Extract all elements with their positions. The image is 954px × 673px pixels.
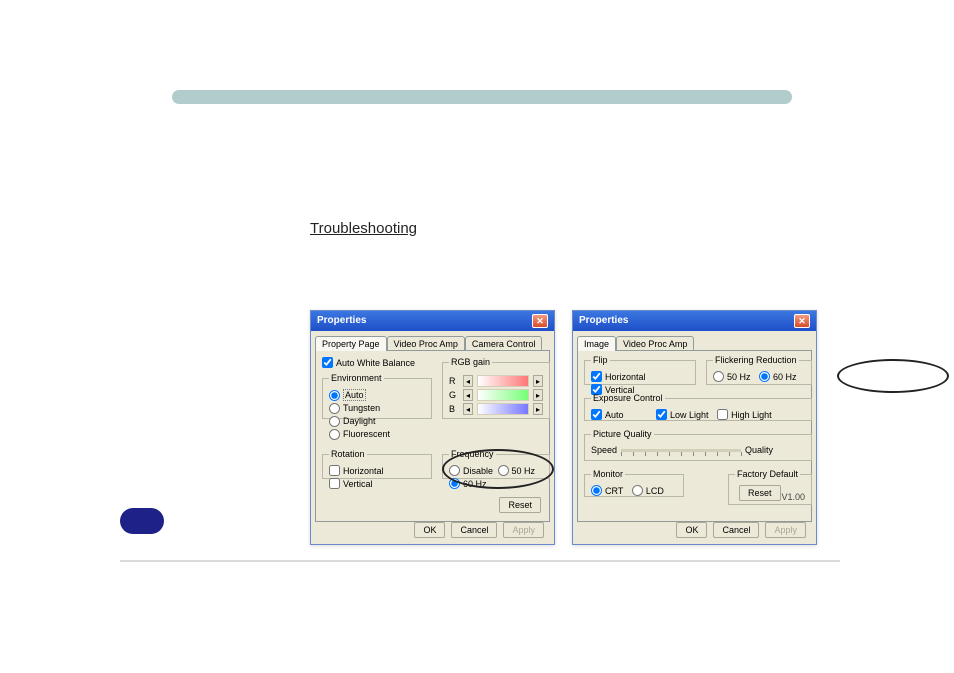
freq-50hz-radio[interactable]: 50 Hz [498,465,536,476]
pq-quality-label: Quality [745,445,773,455]
ok-button[interactable]: OK [414,522,445,538]
factory-default-group: Factory Default Reset V1.00 [728,469,812,505]
section-underline [310,250,314,267]
flip-legend: Flip [591,355,610,365]
tab-image[interactable]: Image [577,336,616,351]
page-divider [120,560,840,562]
awb-input[interactable] [322,357,333,368]
exposure-legend: Exposure Control [591,393,665,403]
titlebar-text: Properties [579,311,628,331]
close-icon[interactable]: ✕ [794,314,810,328]
monitor-lcd-radio[interactable]: LCD [632,485,664,496]
environment-group: Environment Auto Tungsten Daylight Fluor… [322,373,432,419]
reset-button[interactable]: Reset [499,497,541,513]
fd-legend: Factory Default [735,469,800,479]
flip-group: Flip Horizontal Vertical [584,355,696,385]
version-label: V1.00 [781,492,805,502]
g-slider[interactable] [477,389,529,401]
b-slider-row: B ◂ ▸ [449,403,543,415]
panel: Flip Horizontal Vertical Flickering Redu… [577,350,812,522]
g-inc-button[interactable]: ▸ [533,389,543,401]
exposure-high-checkbox[interactable]: High Light [717,409,772,420]
rgb-legend: RGB gain [449,357,492,367]
picture-quality-group: Picture Quality Speed Quality [584,429,812,461]
exposure-auto-checkbox[interactable]: Auto [591,409,624,420]
environment-legend: Environment [329,373,384,383]
tab-property-page[interactable]: Property Page [315,336,387,351]
g-slider-row: G ◂ ▸ [449,389,543,401]
env-daylight-radio[interactable]: Daylight [329,416,376,427]
exposure-control-group: Exposure Control Auto Low Light High Lig… [584,393,812,421]
freq-disable-radio[interactable]: Disable [449,465,493,476]
g-label: G [449,390,459,400]
b-dec-button[interactable]: ◂ [463,403,473,415]
panel: Auto White Balance Environment Auto Tung… [315,350,550,522]
flicker-50hz-radio[interactable]: 50 Hz [713,371,751,382]
flip-horizontal-checkbox[interactable]: Horizontal [591,371,646,382]
rotation-legend: Rotation [329,449,367,459]
page-header-bar [172,90,792,104]
properties-dialog-2: Properties ✕ Image Video Proc Amp Flip H… [572,310,817,545]
frequency-legend: Frequency [449,449,496,459]
factory-reset-button[interactable]: Reset [739,485,781,501]
r-slider[interactable] [477,375,529,387]
env-tungsten-radio[interactable]: Tungsten [329,403,380,414]
rotation-vertical-checkbox[interactable]: Vertical [329,478,373,489]
highlight-circle-flicker [837,359,949,393]
r-label: R [449,376,459,386]
tab-video-proc-amp[interactable]: Video Proc Amp [616,336,694,351]
exposure-low-checkbox[interactable]: Low Light [656,409,709,420]
section-heading-troubleshooting: Troubleshooting [310,220,417,237]
close-icon[interactable]: ✕ [532,314,548,328]
rotation-horizontal-checkbox[interactable]: Horizontal [329,465,384,476]
flicker-60hz-radio[interactable]: 60 Hz [759,371,797,382]
tab-camera-control[interactable]: Camera Control [465,336,543,351]
flicker-legend: Flickering Reduction [713,355,799,365]
env-fluorescent-radio[interactable]: Fluorescent [329,429,390,440]
r-dec-button[interactable]: ◂ [463,375,473,387]
titlebar[interactable]: Properties ✕ [573,311,816,331]
monitor-group: Monitor CRT LCD [584,469,684,497]
flickering-reduction-group: Flickering Reduction 50 Hz 60 Hz [706,355,812,385]
ok-button[interactable]: OK [676,522,707,538]
env-auto-radio[interactable]: Auto [329,389,366,401]
pq-legend: Picture Quality [591,429,654,439]
apply-button: Apply [765,522,806,538]
tabstrip: Property Page Video Proc Amp Camera Cont… [311,331,554,350]
b-slider[interactable] [477,403,529,415]
cancel-button[interactable]: Cancel [713,522,759,538]
g-dec-button[interactable]: ◂ [463,389,473,401]
freq-60hz-radio[interactable]: 60 Hz [449,478,487,489]
properties-dialog-1: Properties ✕ Property Page Video Proc Am… [310,310,555,545]
awb-label: Auto White Balance [336,358,415,368]
dialog-buttons: OK Cancel Apply [414,522,544,538]
tab-video-proc-amp[interactable]: Video Proc Amp [387,336,465,351]
titlebar-text: Properties [317,311,366,331]
auto-white-balance-checkbox[interactable]: Auto White Balance [322,357,415,368]
rgb-gain-group: RGB gain R ◂ ▸ G ◂ ▸ B ◂ ▸ [442,357,550,419]
r-inc-button[interactable]: ▸ [533,375,543,387]
r-slider-row: R ◂ ▸ [449,375,543,387]
pq-speed-label: Speed [591,445,617,455]
page-number-badge [120,508,164,534]
rotation-group: Rotation Horizontal Vertical [322,449,432,479]
cancel-button[interactable]: Cancel [451,522,497,538]
frequency-group: Frequency Disable 50 Hz 60 Hz [442,449,550,479]
titlebar[interactable]: Properties ✕ [311,311,554,331]
monitor-crt-radio[interactable]: CRT [591,485,623,496]
monitor-legend: Monitor [591,469,625,479]
dialog-buttons: OK Cancel Apply [676,522,806,538]
apply-button: Apply [503,522,544,538]
b-label: B [449,404,459,414]
b-inc-button[interactable]: ▸ [533,403,543,415]
tabstrip: Image Video Proc Amp [573,331,816,350]
pq-slider[interactable] [621,449,741,452]
